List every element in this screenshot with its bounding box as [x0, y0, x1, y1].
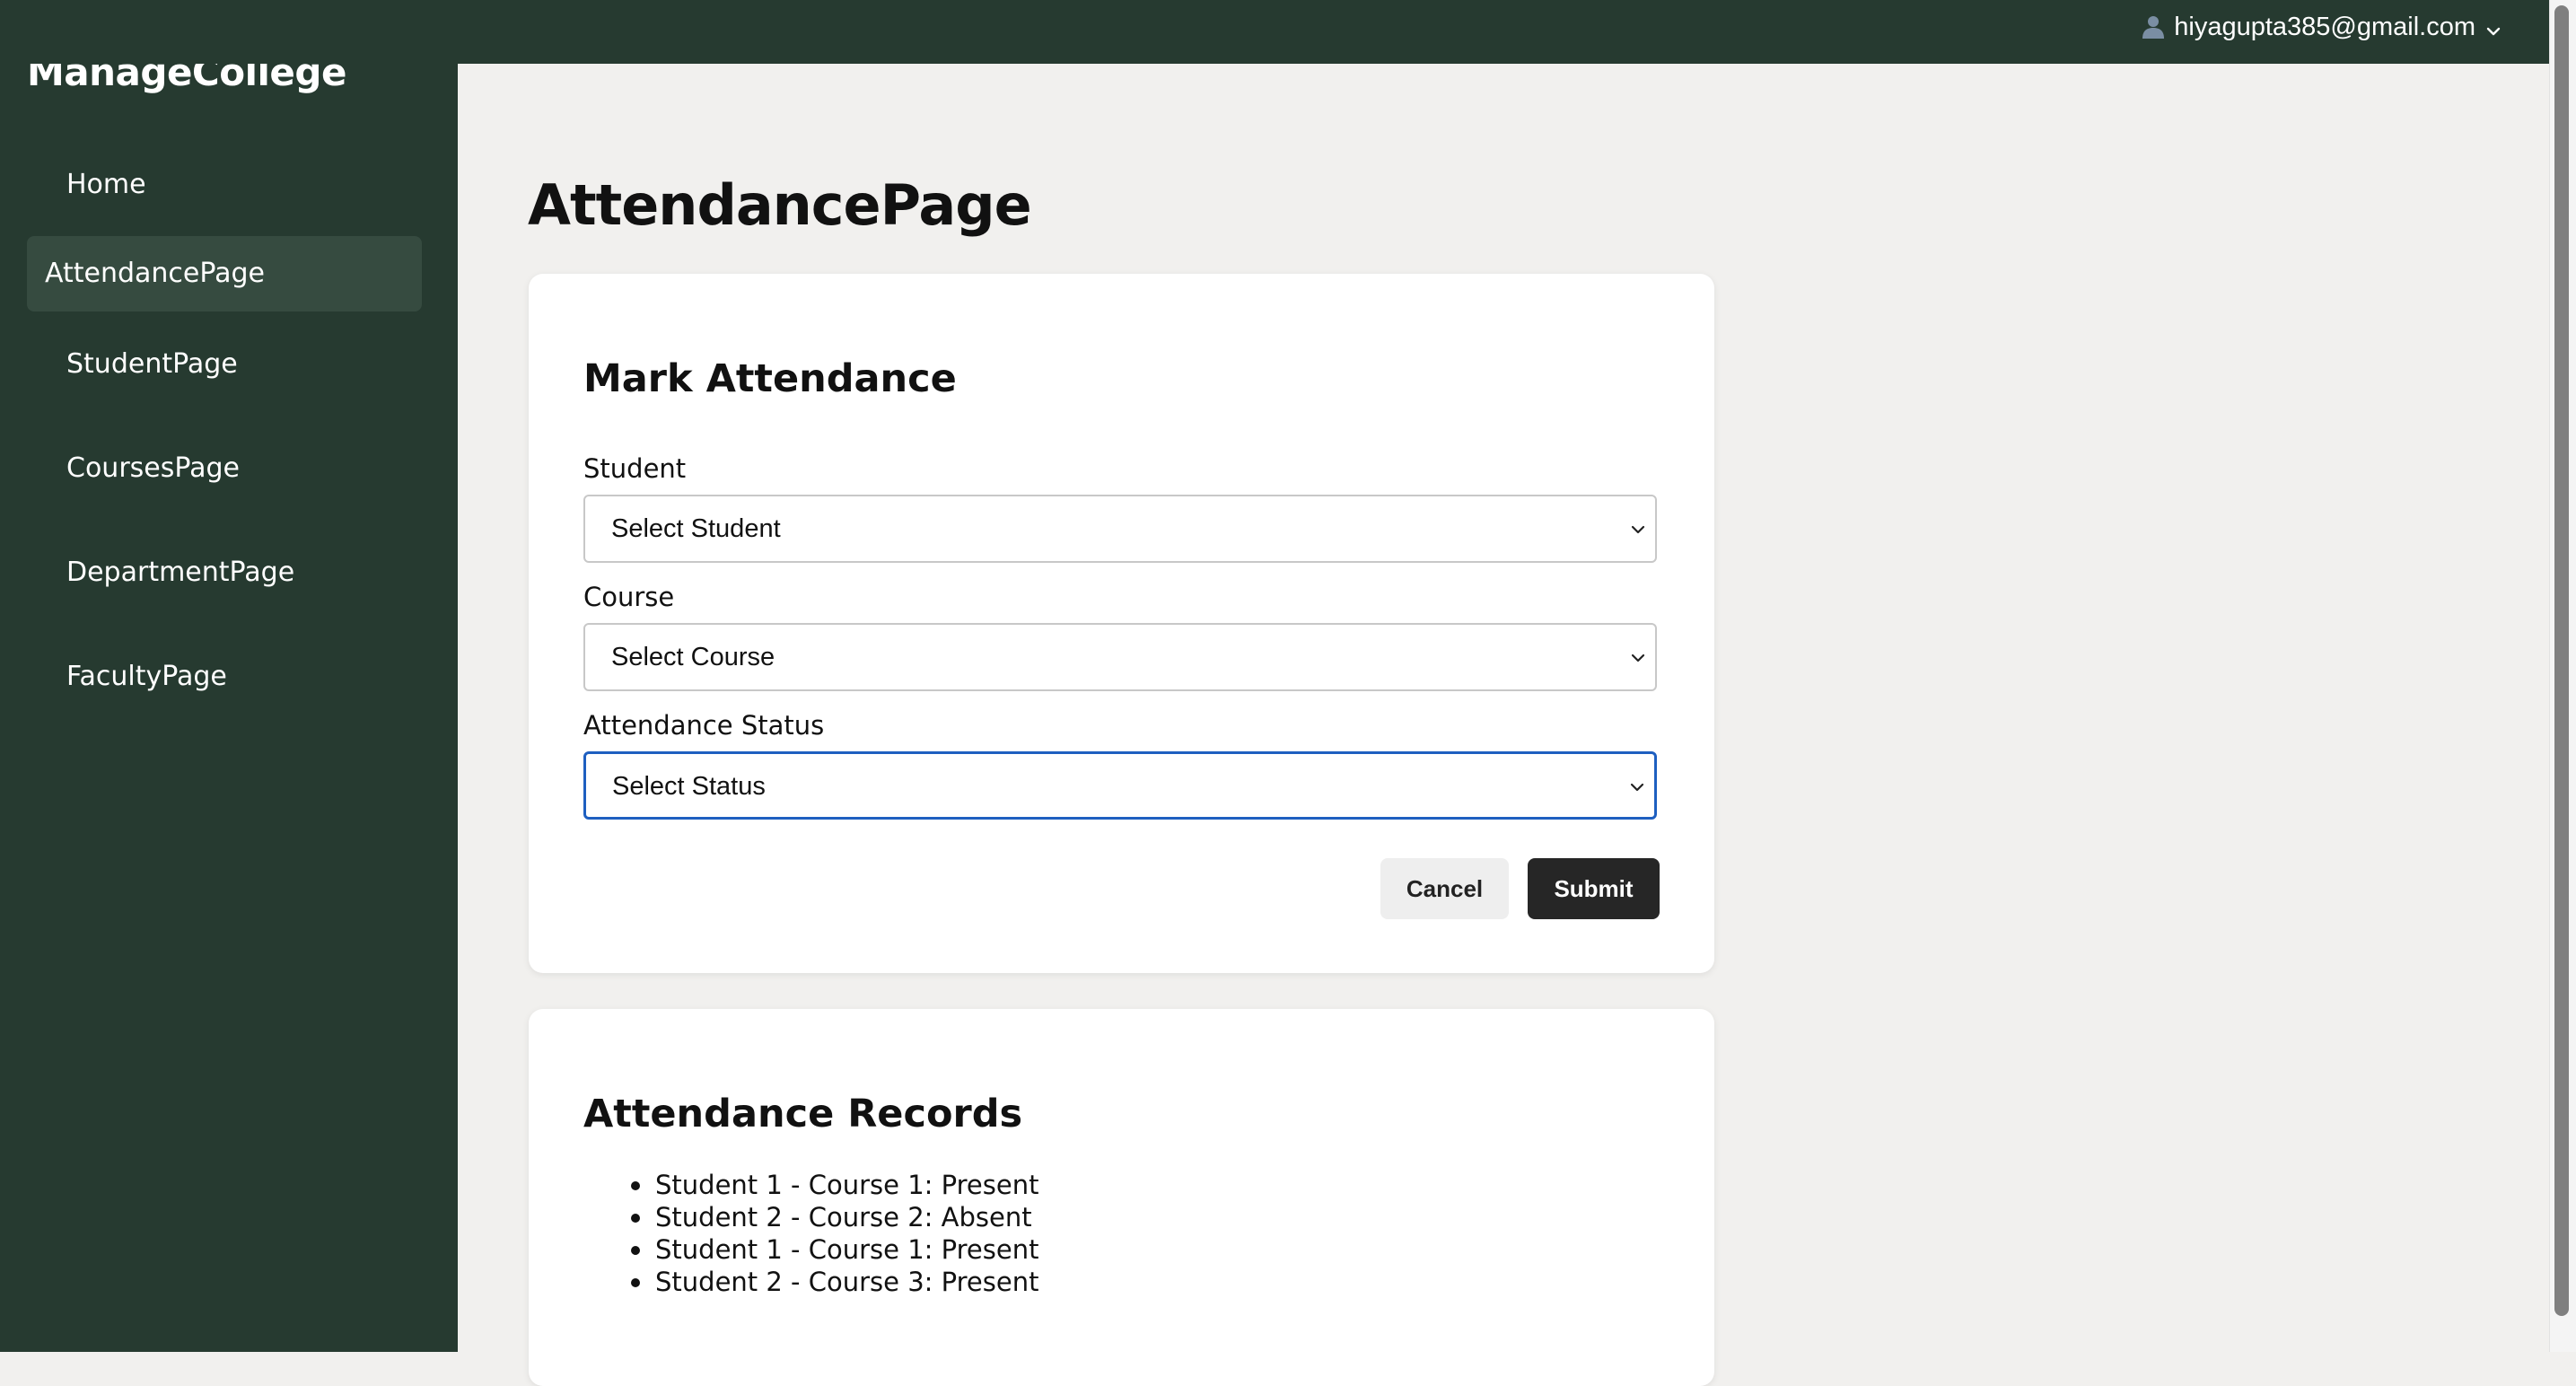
sidebar-item-faculty[interactable]: FacultyPage: [66, 661, 227, 692]
list-item: Student 2 - Course 2: Absent: [583, 1201, 1038, 1233]
record-text: Student 1 - Course 1: Present: [655, 1234, 1039, 1265]
chevron-down-icon: [1629, 779, 1645, 795]
user-icon: [2140, 13, 2167, 40]
chevron-down-icon: [1630, 522, 1646, 538]
student-label: Student: [583, 453, 687, 484]
user-menu[interactable]: hiyagupta385@gmail.com: [2140, 9, 2502, 45]
sidebar-item-students[interactable]: StudentPage: [66, 348, 238, 380]
course-select-value: Select Course: [611, 643, 775, 671]
course-select[interactable]: Select Course: [583, 623, 1657, 691]
sidebar-item-label: AttendancePage: [45, 258, 266, 289]
records-title: Attendance Records: [583, 1092, 1023, 1136]
record-text: Student 2 - Course 3: Present: [655, 1267, 1039, 1297]
page-title: AttendancePage: [528, 172, 1032, 238]
student-select[interactable]: Select Student: [583, 495, 1657, 563]
bullet-icon: [631, 1214, 640, 1223]
chevron-down-icon: [2484, 22, 2502, 40]
bullet-icon: [631, 1246, 640, 1255]
status-select-value: Select Status: [612, 772, 766, 801]
records-list: Student 1 - Course 1: Present Student 2 …: [583, 1169, 1038, 1298]
course-label: Course: [583, 582, 675, 612]
submit-button[interactable]: Submit: [1528, 858, 1660, 919]
chevron-down-icon: [1630, 650, 1646, 666]
sidebar-item-departments[interactable]: DepartmentPage: [66, 557, 294, 588]
status-select[interactable]: Select Status: [583, 751, 1657, 820]
record-text: Student 2 - Course 2: Absent: [655, 1202, 1032, 1232]
user-email: hiyagupta385@gmail.com: [2174, 12, 2475, 41]
status-label: Attendance Status: [583, 710, 825, 741]
list-item: Student 1 - Course 1: Present: [583, 1233, 1038, 1266]
sidebar: ManageCollege Home AttendancePage Studen…: [0, 0, 458, 1352]
sidebar-item-attendance[interactable]: AttendancePage: [27, 236, 422, 311]
bullet-icon: [631, 1181, 640, 1190]
list-item: Student 1 - Course 1: Present: [583, 1169, 1038, 1201]
scrollbar-thumb[interactable]: [2554, 5, 2569, 1316]
sidebar-item-courses[interactable]: CoursesPage: [66, 452, 240, 484]
cancel-button[interactable]: Cancel: [1380, 858, 1509, 919]
record-text: Student 1 - Course 1: Present: [655, 1170, 1039, 1200]
attendance-records-card: Attendance Records Student 1 - Course 1:…: [529, 1009, 1714, 1386]
mark-attendance-card: Mark Attendance Student Select Student C…: [529, 274, 1714, 973]
student-select-value: Select Student: [611, 514, 781, 543]
list-item: Student 2 - Course 3: Present: [583, 1266, 1038, 1298]
bullet-icon: [631, 1278, 640, 1287]
top-bar: hiyagupta385@gmail.com: [0, 0, 2549, 64]
sidebar-item-home[interactable]: Home: [66, 169, 146, 200]
form-title: Mark Attendance: [583, 356, 957, 401]
